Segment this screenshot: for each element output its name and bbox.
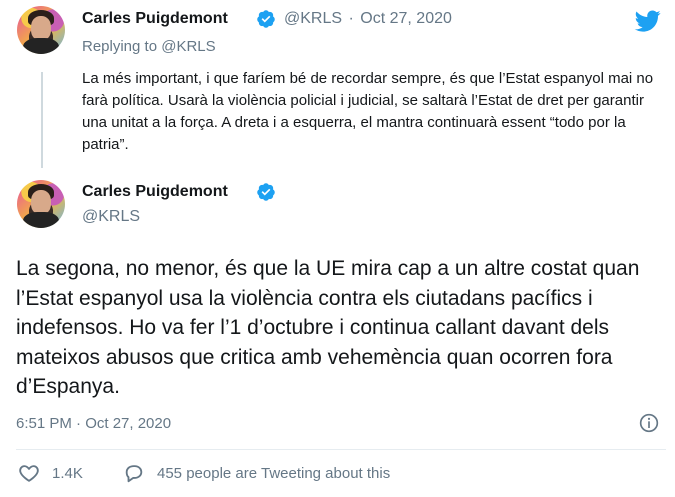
meta-separator: · (348, 10, 354, 27)
author-handle[interactable]: @KRLS (82, 208, 140, 226)
replying-to-prefix: Replying to (82, 38, 162, 55)
author-handle[interactable]: @KRLS (284, 10, 342, 27)
author-name[interactable]: Carles Puigdemont (82, 183, 228, 201)
avatar-body (23, 212, 59, 228)
verified-badge-icon (257, 183, 275, 201)
main-tweet-text: La segona, no menor, és que la UE mira c… (16, 257, 640, 398)
replying-to-handle[interactable]: @KRLS (161, 38, 215, 55)
info-icon[interactable] (639, 413, 659, 433)
reply-tweet-text: La més important, i que faríem bé de rec… (82, 70, 654, 153)
tweet-timestamp[interactable]: 6:51 PM · Oct 27, 2020 (16, 415, 171, 432)
author-name[interactable]: Carles Puigdemont (82, 10, 228, 28)
avatar-body (23, 38, 59, 54)
like-count: 1.4K (52, 464, 83, 482)
author-avatar[interactable] (17, 180, 65, 228)
replying-to: Replying to @KRLS (82, 38, 216, 55)
tweet-date[interactable]: Oct 27, 2020 (360, 10, 452, 27)
avatar-face (31, 16, 51, 40)
twitter-bird-icon[interactable] (633, 8, 663, 34)
tweet-meta: @KRLS · Oct 27, 2020 (284, 10, 452, 28)
heart-icon (19, 465, 39, 482)
divider (16, 449, 666, 450)
avatar-face (31, 190, 51, 214)
thread-connector-line (41, 72, 43, 168)
like-action[interactable]: 1.4K (18, 462, 83, 484)
verified-badge-icon (257, 10, 275, 28)
tweeting-about-label: 455 people are Tweeting about this (157, 464, 391, 482)
speech-bubble-icon (125, 465, 143, 483)
author-avatar[interactable] (17, 6, 65, 54)
tweeting-about-action[interactable]: 455 people are Tweeting about this (123, 462, 390, 484)
